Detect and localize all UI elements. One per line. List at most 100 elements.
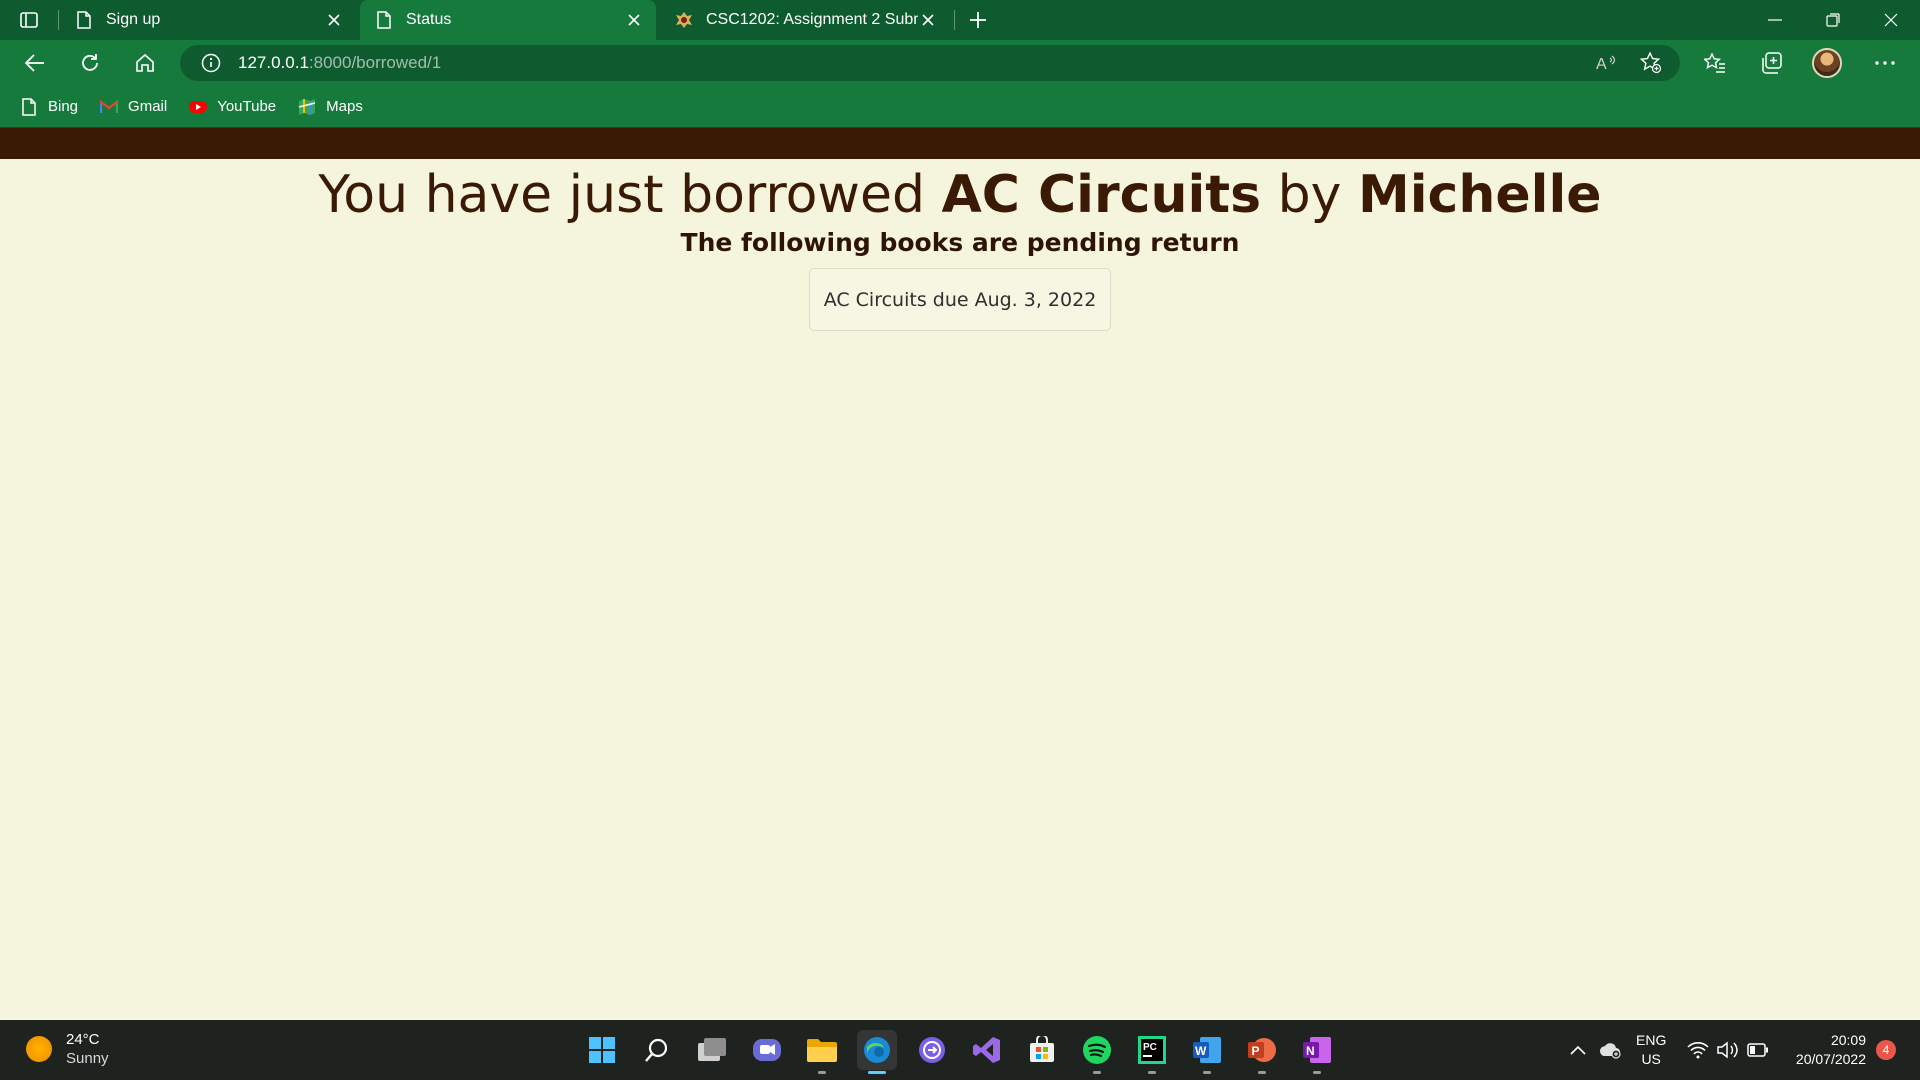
visual-studio-button[interactable] (967, 1030, 1007, 1070)
search-button[interactable] (637, 1030, 677, 1070)
close-tab-icon[interactable] (624, 10, 644, 30)
headline-prefix: You have just borrowed (318, 165, 942, 225)
favorites-icon (1704, 53, 1725, 73)
tab-actions-button[interactable] (14, 8, 44, 32)
word-button[interactable]: W (1187, 1030, 1227, 1070)
notification-badge[interactable]: 4 (1876, 1040, 1896, 1060)
university-crest-icon (674, 10, 694, 30)
edge-browser-button[interactable] (857, 1030, 897, 1070)
file-explorer-button[interactable] (802, 1030, 842, 1070)
tab-assignment-submission[interactable]: CSC1202: Assignment 2 Submiss (660, 0, 950, 40)
tab-sign-up[interactable]: Sign up (60, 0, 356, 40)
chevron-up-icon (1570, 1045, 1586, 1055)
arrow-left-icon (25, 54, 44, 72)
onedrive-icon (1599, 1043, 1621, 1059)
battery-icon (1747, 1043, 1768, 1057)
close-icon (1884, 13, 1898, 27)
sun-icon (26, 1036, 52, 1062)
home-button[interactable] (128, 47, 162, 79)
running-indicator (1313, 1071, 1321, 1074)
show-hidden-icons-button[interactable] (1566, 1038, 1590, 1062)
wifi-icon (1687, 1042, 1709, 1059)
system-clock[interactable]: 20:09 20/07/2022 (1782, 1031, 1866, 1069)
running-indicator (1093, 1071, 1101, 1074)
maps-icon (298, 98, 316, 116)
restore-button[interactable] (1810, 4, 1856, 36)
bookmark-maps[interactable]: Maps (298, 98, 363, 116)
headline-middle: by (1261, 165, 1358, 225)
battery-button[interactable] (1746, 1038, 1770, 1062)
svg-text:PC: PC (1143, 1042, 1157, 1053)
language-indicator[interactable]: ENG US (1636, 1031, 1666, 1069)
svg-text:P: P (1252, 1044, 1260, 1058)
plus-icon (970, 12, 986, 28)
close-tab-icon[interactable] (324, 10, 344, 30)
start-button[interactable] (582, 1030, 622, 1070)
url-host: 127.0.0.1 (238, 53, 309, 72)
address-bar[interactable]: 127.0.0.1:8000/borrowed/1 A (180, 45, 1680, 81)
running-indicator (1148, 1071, 1156, 1074)
page-content: You have just borrowed AC Circuits by Mi… (0, 128, 1920, 1020)
quick-assist-icon (919, 1037, 945, 1063)
weather-widget[interactable]: 24°C Sunny (26, 1030, 109, 1068)
wifi-button[interactable] (1686, 1038, 1710, 1062)
region: US (1641, 1051, 1661, 1067)
collections-button[interactable] (1754, 47, 1788, 79)
navigation-bar: 127.0.0.1:8000/borrowed/1 A (0, 40, 1920, 86)
teams-chat-button[interactable] (747, 1030, 787, 1070)
page-title: You have just borrowed AC Circuits by Mi… (0, 164, 1920, 226)
borrowed-book-title: AC Circuits (941, 165, 1262, 225)
bookmark-youtube[interactable]: YouTube (189, 98, 276, 116)
task-view-button[interactable] (692, 1030, 732, 1070)
windows-logo-icon (589, 1037, 615, 1063)
page-icon (74, 10, 94, 30)
refresh-button[interactable] (73, 47, 107, 79)
powerpoint-button[interactable]: P (1242, 1030, 1282, 1070)
onenote-button[interactable]: N (1297, 1030, 1337, 1070)
url-path: :8000/borrowed/1 (308, 53, 442, 72)
url-text[interactable]: 127.0.0.1:8000/borrowed/1 (238, 53, 441, 73)
home-icon (136, 53, 154, 72)
pycharm-button[interactable]: PC (1132, 1030, 1172, 1070)
clock-time: 20:09 (1830, 1032, 1866, 1048)
bookmark-label: Maps (326, 98, 363, 115)
weather-text: 24°C Sunny (66, 1030, 109, 1068)
svg-text:W: W (1195, 1044, 1207, 1058)
collections-icon (1762, 52, 1782, 74)
minimize-button[interactable] (1752, 4, 1798, 36)
profile-avatar[interactable] (1812, 48, 1842, 78)
volume-button[interactable] (1716, 1038, 1740, 1062)
spotify-button[interactable] (1077, 1030, 1117, 1070)
bookmark-gmail[interactable]: Gmail (100, 98, 167, 116)
language: ENG (1636, 1032, 1667, 1048)
tab-bar: Sign up Status CSC1202: Assignment 2 Sub… (0, 0, 1920, 40)
speaker-icon (1717, 1041, 1738, 1059)
list-item: AC Circuits due Aug. 3, 2022 (809, 268, 1111, 331)
svg-text:A: A (1596, 56, 1607, 72)
microsoft-store-button[interactable] (1022, 1030, 1062, 1070)
page-icon (20, 97, 38, 116)
settings-menu-button[interactable] (1868, 47, 1902, 79)
back-button[interactable] (18, 47, 52, 79)
quick-assist-button[interactable] (912, 1030, 952, 1070)
pending-books-list: AC Circuits due Aug. 3, 2022 (809, 268, 1111, 331)
tab-status[interactable]: Status (360, 0, 656, 40)
add-favorite-icon[interactable] (1638, 52, 1664, 74)
site-header-bar (0, 128, 1920, 159)
powerpoint-icon: P (1248, 1038, 1276, 1062)
favorites-button[interactable] (1698, 47, 1732, 79)
edge-icon (864, 1037, 890, 1063)
bookmark-label: Gmail (128, 98, 168, 115)
pycharm-icon: PC (1138, 1036, 1166, 1064)
close-window-button[interactable] (1868, 4, 1914, 36)
close-tab-icon[interactable] (918, 10, 938, 30)
borrower-name: Michelle (1357, 165, 1602, 225)
refresh-icon (82, 54, 98, 71)
bookmark-label: Bing (48, 98, 79, 115)
site-info-icon[interactable] (200, 52, 222, 74)
new-tab-button[interactable] (964, 8, 992, 32)
spotify-icon (1083, 1036, 1111, 1064)
read-aloud-icon[interactable]: A (1594, 52, 1620, 74)
bookmark-bing[interactable]: Bing (20, 97, 79, 116)
onedrive-tray-button[interactable] (1598, 1038, 1622, 1062)
